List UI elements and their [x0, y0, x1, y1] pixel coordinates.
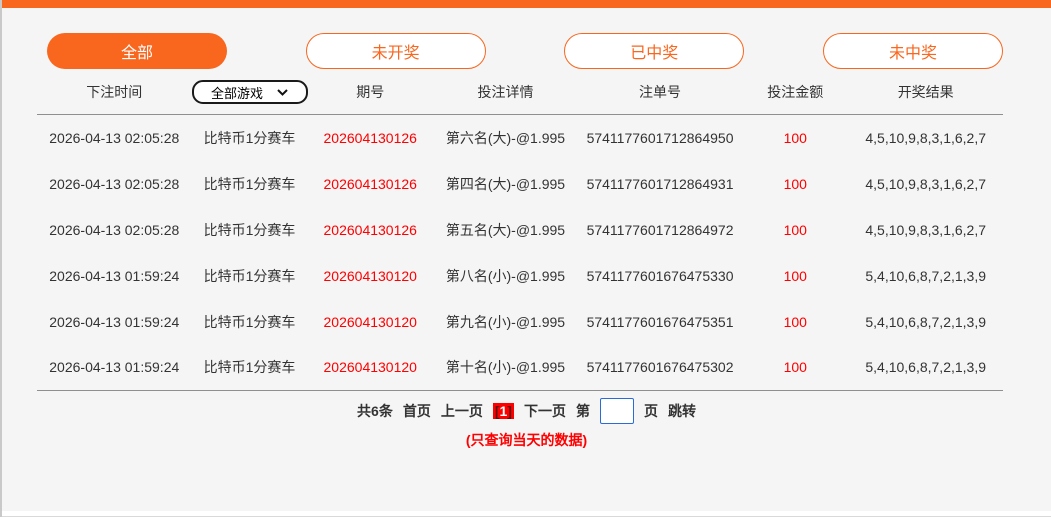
order-number: 5741177601676475302 [586, 359, 734, 376]
period-number: 202604130120 [323, 313, 417, 330]
bet-time: 2026-04-13 02:05:28 [49, 221, 180, 238]
bet-detail: 第十名(小)-@1.995 [445, 359, 566, 376]
header-order-number: 注单号 [639, 84, 682, 100]
prev-page-link[interactable]: 上一页 [441, 401, 483, 421]
bet-detail: 第五名(大)-@1.995 [445, 221, 566, 238]
bet-amount: 100 [783, 267, 807, 284]
order-number: 5741177601676475351 [586, 313, 734, 330]
today-only-note: (只查询当天的数据) [465, 432, 588, 448]
bet-time: 2026-04-13 01:59:24 [49, 359, 180, 376]
order-number: 5741177601712864950 [586, 129, 734, 146]
bet-records-table: 下注时间 全部游戏 期号 投注详情 注单号 投注金额 开奖结果 2026-04-… [37, 80, 1003, 391]
period-number: 202604130126 [323, 175, 417, 192]
bottom-strip [2, 511, 1051, 517]
period-number: 202604130126 [323, 221, 417, 238]
draw-result: 5,4,10,6,8,7,2,1,3,9 [865, 359, 987, 376]
game-name: 比特币1分赛车 [203, 175, 296, 192]
jump-prefix-label: 第 [575, 403, 590, 419]
order-number: 5741177601712864972 [586, 221, 734, 238]
page-jump-input[interactable] [599, 398, 634, 424]
order-number: 5741177601676475330 [586, 267, 734, 284]
filter-button-row: 全部 未开奖 已中奖 未中奖 [2, 33, 1051, 69]
filter-not-won-button[interactable]: 未中奖 [822, 33, 1003, 69]
period-number: 202604130120 [323, 359, 417, 376]
table-header-row: 下注时间 全部游戏 期号 投注详情 注单号 投注金额 开奖结果 [37, 80, 1003, 115]
filter-won-button[interactable]: 已中奖 [564, 33, 745, 69]
bet-amount: 100 [783, 129, 807, 146]
game-select-dropdown[interactable]: 全部游戏 [191, 80, 308, 104]
current-page-badge: [1] [492, 403, 514, 419]
game-name: 比特币1分赛车 [203, 359, 296, 376]
bet-amount: 100 [783, 313, 807, 330]
game-name: 比特币1分赛车 [203, 267, 296, 284]
next-page-link[interactable]: 下一页 [524, 401, 566, 421]
header-period: 期号 [356, 84, 385, 100]
filter-all-button[interactable]: 全部 [47, 33, 227, 69]
bet-amount: 100 [783, 221, 807, 238]
bet-time: 2026-04-13 01:59:24 [49, 267, 180, 284]
total-count-label: 共6条 [357, 403, 393, 419]
bet-records-page: 全部 未开奖 已中奖 未中奖 下注时间 全部游戏 期号 投注详情 注单号 投注金… [0, 0, 1051, 517]
bet-detail: 第四名(大)-@1.995 [445, 175, 566, 192]
game-name: 比特币1分赛车 [203, 221, 296, 238]
bet-time: 2026-04-13 02:05:28 [49, 129, 180, 146]
draw-result: 4,5,10,9,8,3,1,6,2,7 [865, 129, 987, 146]
header-draw-result: 开奖结果 [897, 84, 954, 100]
bet-amount: 100 [783, 359, 807, 376]
pagination-bar: 共6条 首页 上一页 [1] 下一页 第 页 跳转 [2, 398, 1051, 424]
bet-detail: 第六名(大)-@1.995 [445, 129, 566, 146]
table-row: 2026-04-13 02:05:28 比特币1分赛车 202604130126… [37, 115, 1003, 161]
table-row: 2026-04-13 01:59:24 比特币1分赛车 202604130120… [37, 299, 1003, 345]
jump-suffix-label: 页 [643, 403, 658, 419]
header-bet-time: 下注时间 [86, 84, 143, 100]
draw-result: 4,5,10,9,8,3,1,6,2,7 [865, 175, 987, 192]
period-number: 202604130120 [323, 267, 417, 284]
header-game-select-cell: 全部游戏 [191, 80, 308, 115]
bet-detail: 第九名(小)-@1.995 [445, 313, 566, 330]
game-select-value: 全部游戏 [211, 85, 264, 101]
game-name: 比特币1分赛车 [203, 313, 296, 330]
draw-result: 5,4,10,6,8,7,2,1,3,9 [865, 313, 987, 330]
order-number: 5741177601712864931 [586, 175, 734, 192]
period-number: 202604130126 [323, 129, 417, 146]
draw-result: 4,5,10,9,8,3,1,6,2,7 [865, 221, 987, 238]
bet-time: 2026-04-13 02:05:28 [49, 175, 180, 192]
bet-time: 2026-04-13 01:59:24 [49, 313, 180, 330]
header-bet-detail: 投注详情 [477, 84, 534, 100]
table-row: 2026-04-13 02:05:28 比特币1分赛车 202604130126… [37, 161, 1003, 207]
bet-amount: 100 [783, 175, 807, 192]
current-page-bracket-right: ] [507, 403, 512, 419]
top-accent-bar [2, 0, 1051, 8]
header-bet-amount: 投注金额 [767, 84, 824, 100]
bet-detail: 第八名(小)-@1.995 [445, 267, 566, 284]
chevron-down-icon [277, 89, 288, 96]
table-row: 2026-04-13 02:05:28 比特币1分赛车 202604130126… [37, 207, 1003, 253]
first-page-link[interactable]: 首页 [403, 401, 431, 421]
jump-button[interactable]: 跳转 [668, 401, 696, 421]
table-row: 2026-04-13 01:59:24 比特币1分赛车 202604130120… [37, 345, 1003, 391]
draw-result: 5,4,10,6,8,7,2,1,3,9 [865, 267, 987, 284]
table-row: 2026-04-13 01:59:24 比特币1分赛车 202604130120… [37, 253, 1003, 299]
game-name: 比特币1分赛车 [203, 129, 296, 146]
filter-not-drawn-button[interactable]: 未开奖 [305, 33, 486, 69]
